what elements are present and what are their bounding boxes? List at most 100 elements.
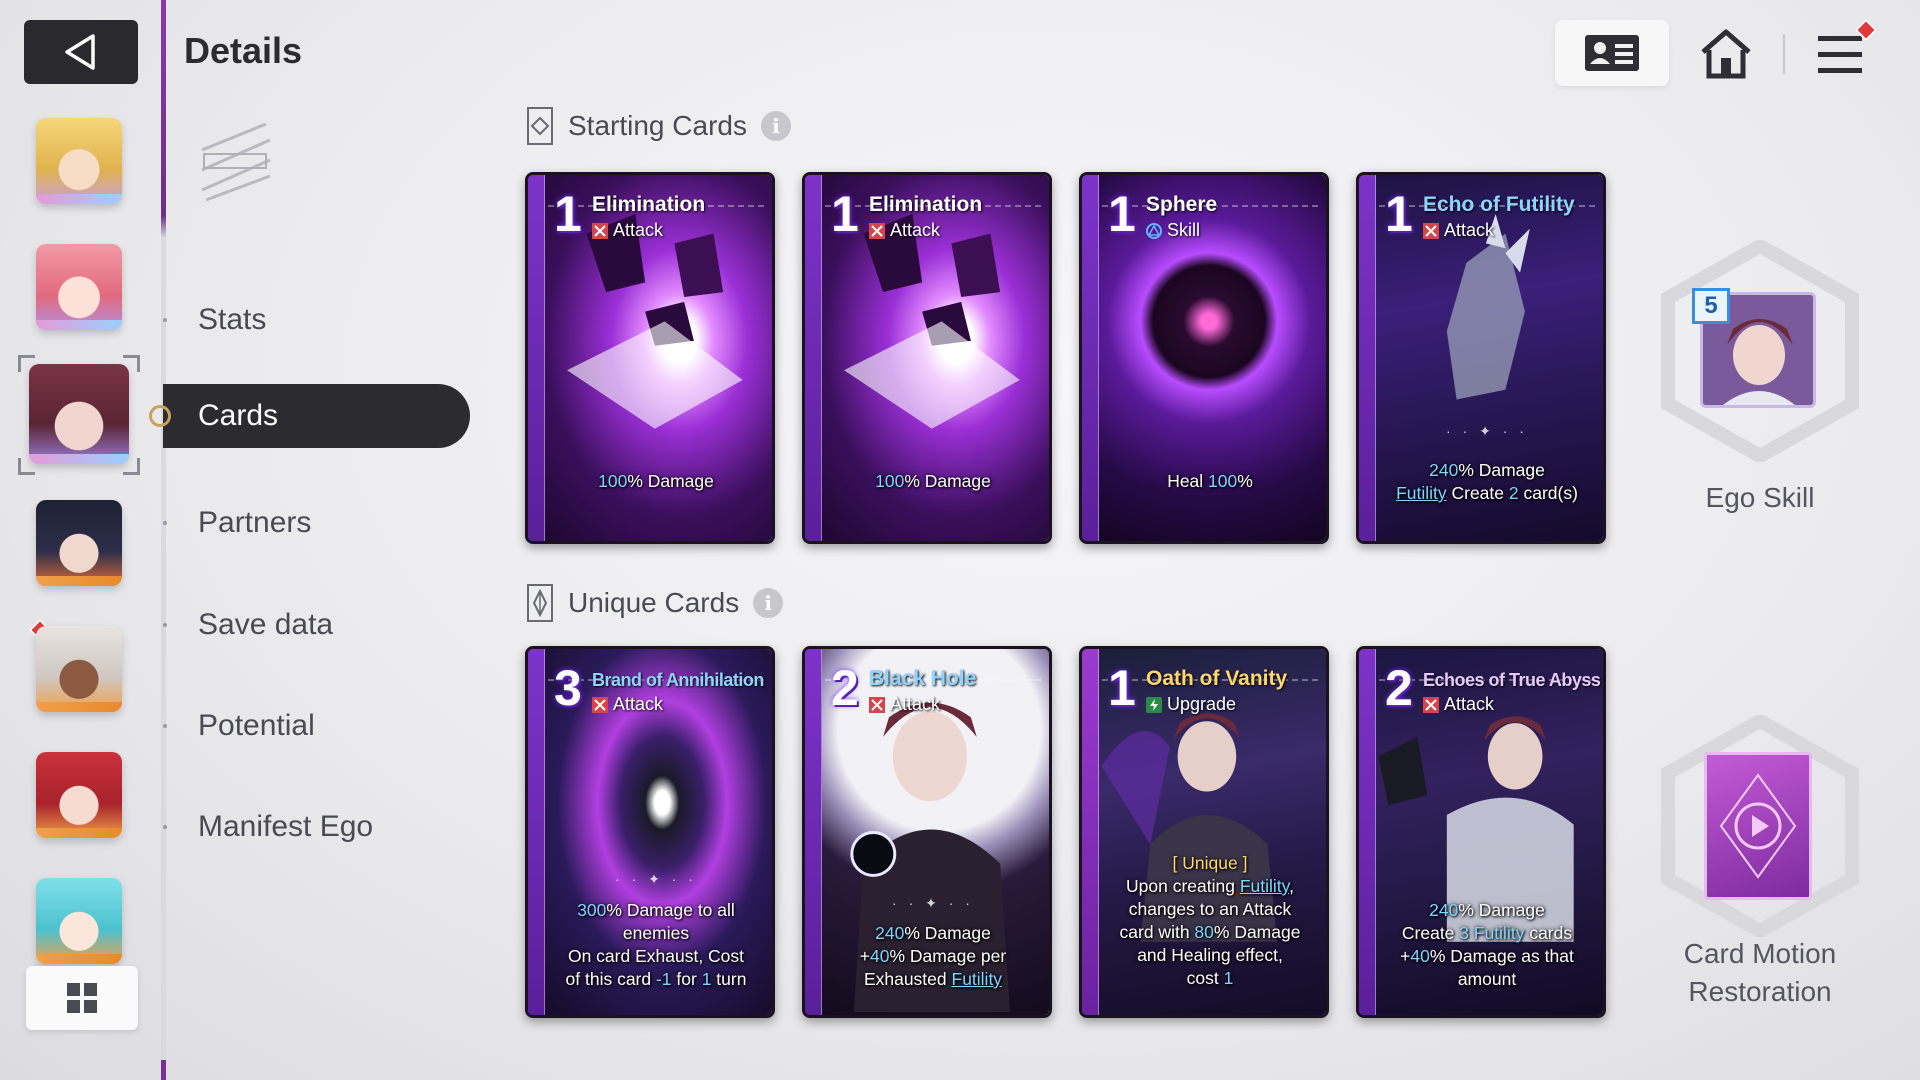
upgrade-type-icon (1146, 696, 1162, 713)
card-description: Heal 100% (1167, 471, 1253, 491)
card-elimination[interactable]: 1 Elimination Attack 100% Damage (525, 172, 775, 544)
attack-type-icon (592, 696, 608, 713)
hamburger-menu-icon (1818, 36, 1862, 73)
nav-item-stats[interactable]: Stats (163, 288, 483, 352)
card-type: Attack (592, 694, 663, 715)
card-description: 240% Damage Create 3 Futility cards +40%… (1400, 900, 1574, 989)
card-echoes-of-true-abyss[interactable]: 2 Echoes of True Abyss Attack 240% Damag… (1356, 646, 1606, 1018)
nav-item-potential[interactable]: Potential (163, 694, 483, 758)
nav-dot (163, 623, 167, 627)
nav-item-label: Save data (198, 608, 334, 641)
play-icon (1719, 773, 1797, 879)
card-deck-icon (527, 107, 553, 145)
nav-dot (163, 724, 167, 728)
card-side-strip (1082, 175, 1099, 541)
character-emblem-icon (201, 122, 271, 202)
card-side-strip (528, 649, 545, 1015)
active-indicator-icon (149, 405, 171, 427)
nav-item-save-data[interactable]: Save data (163, 593, 483, 657)
nav-item-partners[interactable]: Partners (163, 491, 483, 555)
character-portrait-teal-hair[interactable] (36, 878, 122, 964)
card-type: Attack (1423, 694, 1494, 715)
card-description: 240% Damage +40% Damage per Exhausted Fu… (859, 923, 1007, 989)
card-description: [ Unique ] Upon creating Futility, chang… (1119, 853, 1301, 988)
card-brand-of-annihilation[interactable]: 3 Brand of Annihilation Attack · · ✦ · ·… (525, 646, 775, 1018)
home-button[interactable] (1690, 22, 1762, 86)
card-sphere[interactable]: 1 Sphere Skill Heal 100% (1079, 172, 1329, 544)
nav-dot (163, 521, 167, 525)
ego-skill-label: Ego Skill (1705, 482, 1815, 513)
card-elimination[interactable]: 1 Elimination Attack 100% Damage (802, 172, 1052, 544)
card-name: Oath of Vanity (1146, 667, 1288, 690)
card-name: Brand of Annihilation (592, 670, 764, 690)
card-cost: 1 (1385, 186, 1413, 242)
card-type-label: Attack (890, 694, 941, 714)
card-motion-restoration-button[interactable] (1704, 752, 1812, 900)
character-portrait-red-hair[interactable] (36, 752, 122, 838)
card-type-label: Attack (1444, 694, 1495, 714)
home-icon (1701, 29, 1751, 79)
unique-cards-header: Unique Cards i (526, 583, 784, 623)
card-side-strip (805, 175, 822, 541)
grid-icon (67, 983, 97, 1013)
nav-item-label: Partners (198, 506, 312, 539)
back-button[interactable] (24, 20, 138, 84)
card-name: Echoes of True Abyss (1423, 670, 1601, 690)
info-icon[interactable]: i (760, 111, 791, 141)
card-echo-of-futility[interactable]: 1 Echo of Futility Attack · · ✦ · · 240%… (1356, 172, 1606, 544)
attack-type-icon (869, 696, 885, 713)
card-description: 100% Damage (598, 471, 714, 491)
card-black-hole[interactable]: 2 Black Hole Attack · · ✦ · · 240% Damag… (802, 646, 1052, 1018)
card-cost: 2 (1385, 660, 1413, 716)
card-type: Attack (592, 220, 663, 241)
card-side-strip (805, 649, 822, 1015)
nav-item-label: Manifest Ego (198, 810, 374, 843)
character-portrait-maroon-hair[interactable] (29, 364, 129, 464)
attack-type-icon (592, 222, 608, 239)
card-type-label: Skill (1167, 220, 1201, 240)
nav-dot (163, 318, 167, 322)
card-side-strip (1082, 649, 1099, 1015)
character-portrait-white-hair[interactable] (36, 626, 122, 712)
card-name: Elimination (869, 193, 983, 216)
card-cost: 1 (554, 186, 582, 242)
card-type-label: Attack (1444, 220, 1495, 240)
card-type: Upgrade (1146, 694, 1236, 715)
card-type: Attack (1423, 220, 1494, 241)
nav-item-label: Cards (198, 399, 279, 432)
card-description: 100% Damage (875, 471, 991, 491)
back-arrow-icon (65, 34, 95, 70)
card-cost: 1 (831, 186, 859, 242)
card-type: Attack (869, 220, 940, 241)
nav-item-cards[interactable]: Cards (149, 384, 470, 448)
unique-card-icon (527, 584, 553, 622)
nav-item-label: Stats (198, 303, 267, 336)
card-divider-stars: · · ✦ · · (892, 895, 974, 911)
nav-item-label: Potential (198, 709, 315, 742)
card-type-label: Attack (613, 220, 664, 240)
profile-card-button[interactable] (1555, 20, 1669, 86)
card-cost: 1 (1108, 660, 1136, 716)
card-type-label: Upgrade (1167, 694, 1237, 714)
card-divider-stars: · · ✦ · · (1446, 423, 1528, 439)
skill-type-icon (1146, 222, 1162, 239)
card-name: Black Hole (869, 667, 977, 690)
info-icon[interactable]: i (753, 588, 784, 618)
card-cost: 3 (554, 660, 582, 716)
character-portrait-dark-hair[interactable] (36, 500, 122, 586)
attack-type-icon (1423, 696, 1439, 713)
card-type-label: Attack (890, 220, 941, 240)
page-title: Details (184, 30, 303, 71)
character-grid-button[interactable] (26, 966, 138, 1030)
card-side-strip (528, 175, 545, 541)
card-name: Echo of Futility (1423, 193, 1575, 216)
character-portrait-pink[interactable] (36, 244, 122, 330)
section-title: Starting Cards (568, 110, 747, 141)
character-portrait-blonde[interactable] (36, 118, 122, 204)
nav-item-manifest-ego[interactable]: Manifest Ego (163, 795, 483, 859)
toolbar-separator (1783, 34, 1785, 74)
card-type: Skill (1146, 220, 1200, 241)
card-type: Attack (869, 694, 940, 715)
card-oath-of-vanity[interactable]: 1 Oath of Vanity Upgrade [ Unique ] Upon… (1079, 646, 1329, 1018)
card-cost: 2 (831, 660, 859, 716)
